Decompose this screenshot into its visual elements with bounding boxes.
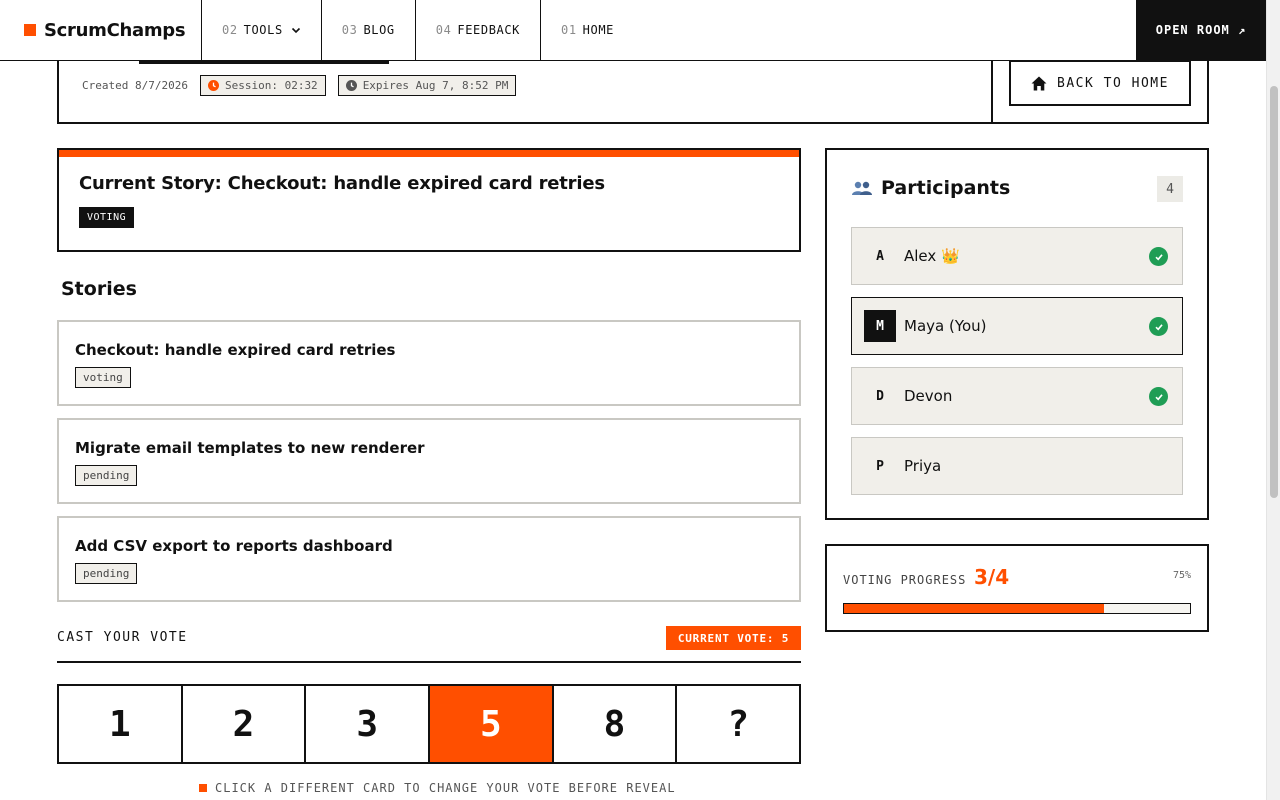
- current-story-title: Current Story: Checkout: handle expired …: [79, 173, 605, 194]
- voting-progress-panel: VOTING PROGRESS 3/4 75%: [825, 544, 1209, 632]
- vote-divider: [57, 661, 801, 663]
- hint-text: CLICK A DIFFERENT CARD TO CHANGE YOUR VO…: [215, 781, 676, 795]
- progress-bar-fill: [844, 604, 1104, 613]
- nav-number: 03: [341, 23, 358, 37]
- expires-badge: Expires Aug 7, 8:52 PM: [337, 75, 517, 96]
- cast-vote-label: CAST YOUR VOTE: [57, 630, 188, 645]
- home-icon: [1031, 76, 1047, 90]
- avatar: A: [876, 248, 884, 264]
- story-item[interactable]: Checkout: handle expired card retries vo…: [57, 320, 801, 406]
- progress-percent: 75%: [1172, 570, 1191, 581]
- back-to-home-button[interactable]: BACK TO HOME: [1009, 60, 1191, 106]
- participants-panel: Participants 4 A Alex 👑 M Maya (You) D D…: [825, 148, 1209, 520]
- room-meta: Created 8/7/2026 Session: 02:32 Expires …: [82, 75, 528, 96]
- progress-count: 3/4: [974, 565, 1010, 589]
- story-status-tag: voting: [75, 367, 131, 388]
- session-timer: Session: 02:32: [199, 75, 326, 96]
- people-icon: [851, 180, 873, 196]
- room-title-underline: [139, 61, 389, 64]
- top-nav: ScrumChamps 02 TOOLS 03 BLOG 04 FEEDBACK…: [0, 0, 1266, 61]
- nav-item-tools[interactable]: 02 TOOLS: [202, 0, 322, 60]
- participant-row-self: M Maya (You): [851, 297, 1183, 355]
- vote-card-2[interactable]: 2: [182, 686, 307, 762]
- participant-name: Alex 👑: [904, 247, 960, 265]
- brand-name: ScrumChamps: [44, 19, 186, 41]
- nav-item-feedback[interactable]: 04 FEEDBACK: [416, 0, 542, 60]
- check-icon: [1149, 317, 1168, 336]
- participant-name: Priya: [904, 457, 942, 475]
- check-icon: [1149, 387, 1168, 406]
- nav-label: TOOLS: [243, 23, 283, 37]
- nav-label: HOME: [582, 23, 614, 37]
- vote-card-row: 1 2 3 5 8 ?: [57, 684, 801, 764]
- nav-item-home[interactable]: 01 HOME: [541, 0, 634, 60]
- status-badge: VOTING: [79, 207, 135, 228]
- participant-row: D Devon: [851, 367, 1183, 425]
- brand-mark-icon: [24, 24, 36, 36]
- avatar: D: [876, 388, 884, 404]
- open-room-button[interactable]: OPEN ROOM ↗: [1136, 0, 1266, 60]
- vote-card-unsure[interactable]: ?: [677, 686, 800, 762]
- participants-title: Participants: [881, 177, 1011, 199]
- participants-header: Participants: [851, 177, 1010, 199]
- clock-icon: [207, 80, 219, 91]
- scrollbar-thumb[interactable]: [1270, 86, 1278, 498]
- story-title: Migrate email templates to new renderer: [75, 439, 425, 457]
- story-item[interactable]: Add CSV export to reports dashboard pend…: [57, 516, 801, 602]
- chevron-down-icon: [291, 25, 301, 35]
- current-story-accent-bar: [59, 150, 799, 157]
- session-text: Session: 02:32: [224, 79, 318, 92]
- progress-label: VOTING PROGRESS: [843, 573, 967, 587]
- vote-card-1[interactable]: 1: [59, 686, 183, 762]
- nav-number: 01: [561, 23, 577, 37]
- nav-number: 04: [435, 23, 452, 37]
- hint-bullet-icon: [199, 784, 207, 792]
- nav-item-blog[interactable]: 03 BLOG: [322, 0, 416, 60]
- vote-card-5[interactable]: 5: [430, 686, 554, 762]
- story-status-tag: pending: [75, 563, 138, 584]
- created-date: Created 8/7/2026: [82, 79, 188, 92]
- story-status-tag: pending: [75, 465, 138, 486]
- vote-card-3[interactable]: 3: [306, 686, 431, 762]
- current-story-card: Current Story: Checkout: handle expired …: [57, 148, 801, 252]
- avatar: P: [876, 458, 884, 474]
- story-title: Checkout: handle expired card retries: [75, 341, 396, 359]
- clock-icon: [345, 80, 357, 91]
- nav-label: FEEDBACK: [457, 23, 521, 37]
- participant-row: P Priya: [851, 437, 1183, 495]
- current-vote-badge: CURRENT VOTE: 5: [666, 626, 801, 650]
- back-button-label: BACK TO HOME: [1057, 75, 1169, 91]
- brand-logo[interactable]: ScrumChamps: [0, 0, 202, 60]
- participant-name: Maya (You): [904, 317, 987, 335]
- story-title: Add CSV export to reports dashboard: [75, 537, 393, 555]
- progress-bar: [843, 603, 1191, 614]
- story-item[interactable]: Migrate email templates to new renderer …: [57, 418, 801, 504]
- nav-number: 02: [222, 23, 238, 37]
- check-icon: [1149, 247, 1168, 266]
- nav-label: BLOG: [363, 23, 395, 37]
- vote-card-8[interactable]: 8: [553, 686, 678, 762]
- avatar: M: [864, 310, 896, 342]
- participant-name: Devon: [904, 387, 953, 405]
- vote-hint: CLICK A DIFFERENT CARD TO CHANGE YOUR VO…: [199, 781, 676, 795]
- participant-count: 4: [1157, 176, 1183, 202]
- stories-heading: Stories: [61, 278, 137, 300]
- participant-row: A Alex 👑: [851, 227, 1183, 285]
- expires-text: Expires Aug 7, 8:52 PM: [362, 79, 509, 92]
- page-scrollbar[interactable]: [1266, 0, 1280, 800]
